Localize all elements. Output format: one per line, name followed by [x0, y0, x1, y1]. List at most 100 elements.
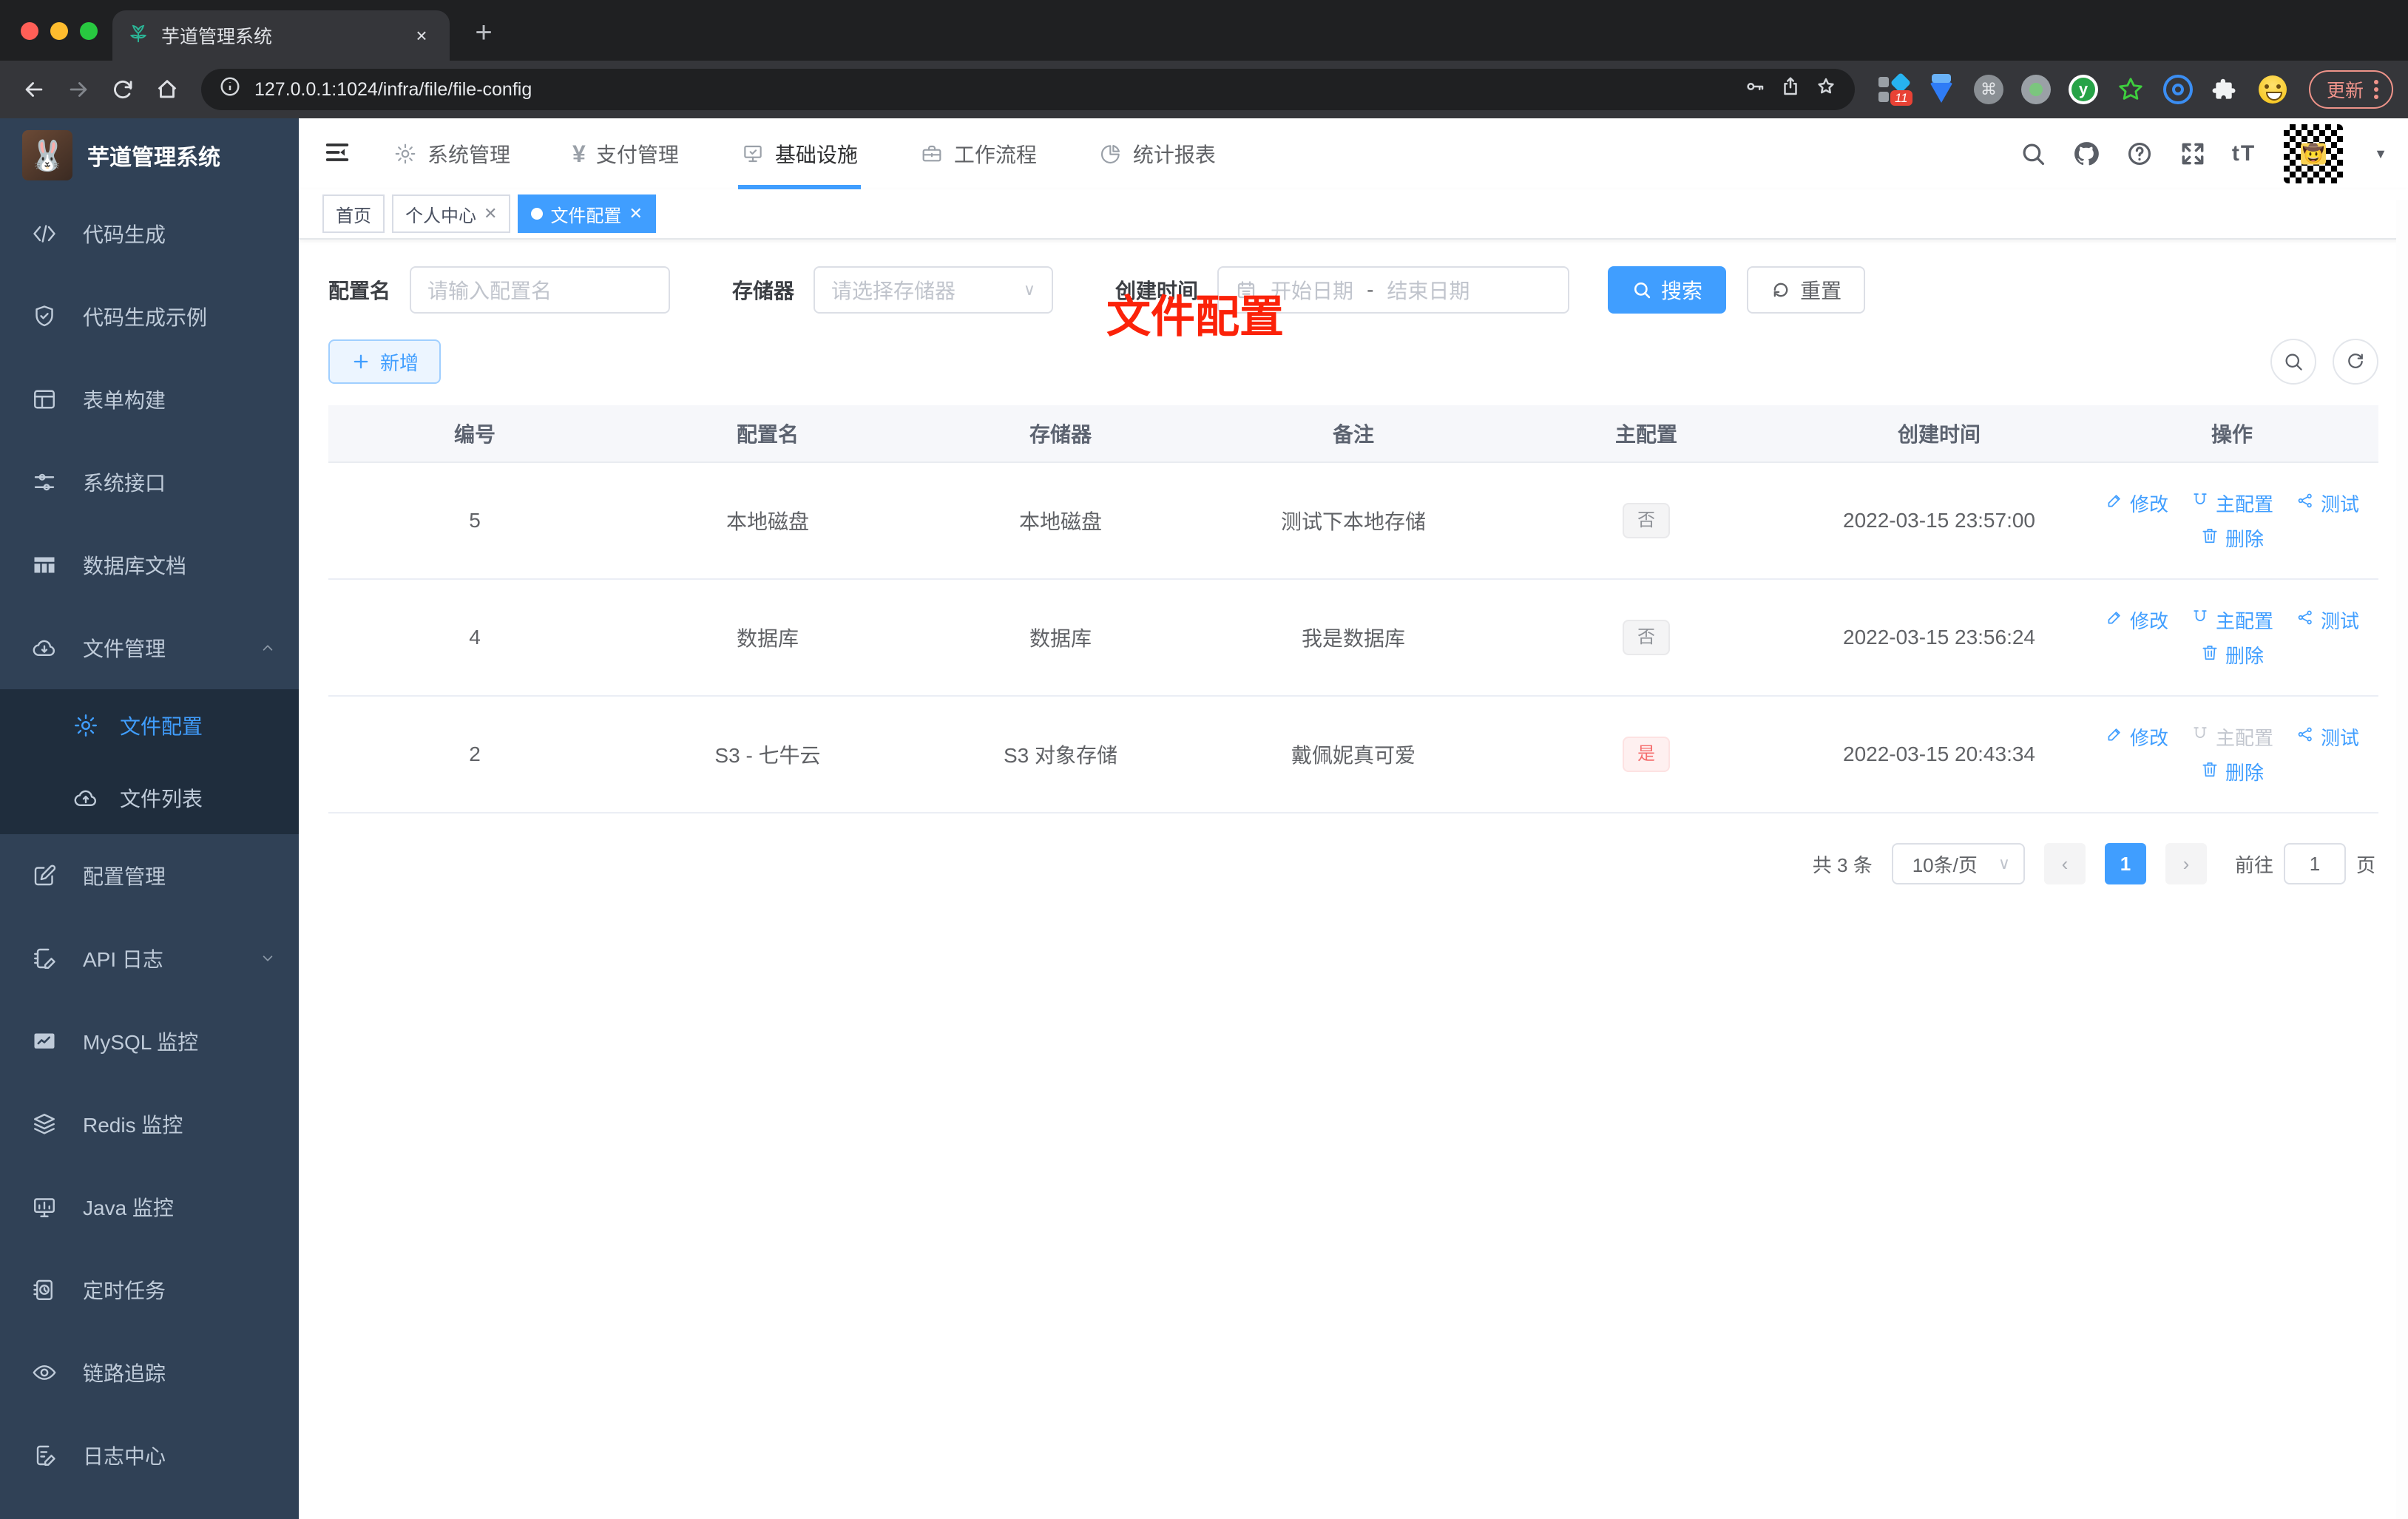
ext-y-icon[interactable]: y: [2068, 74, 2099, 105]
sidebar-item-label: Redis 监控: [83, 1114, 183, 1137]
nav-tab-支付管理[interactable]: ¥ 支付管理: [572, 118, 679, 189]
nav-tab-label: 工作流程: [953, 143, 1037, 166]
browser-update-button[interactable]: 更新: [2308, 70, 2393, 109]
action-删除[interactable]: 删除: [2200, 641, 2264, 669]
ext-gem-icon[interactable]: [1926, 74, 1957, 105]
nav-tab-基础设施[interactable]: 基础设施: [737, 118, 861, 189]
action-测试[interactable]: 测试: [2296, 490, 2359, 517]
extensions-puzzle-icon[interactable]: [2210, 74, 2241, 105]
sidebar-item-定时任务[interactable]: 定时任务: [0, 1248, 299, 1331]
zoom-window-button[interactable]: [80, 22, 98, 40]
url-text[interactable]: 127.0.0.1:1024/infra/file/file-config: [254, 79, 1731, 101]
reload-icon[interactable]: [104, 70, 142, 109]
avatar[interactable]: [2281, 121, 2347, 186]
app-logo[interactable]: 🐰 芋道管理系统: [0, 118, 299, 192]
app-title: 芋道管理系统: [87, 146, 220, 170]
column-header-操作: 操作: [2211, 423, 2253, 446]
action-删除[interactable]: 删除: [2200, 524, 2264, 552]
sidebar-item-文件管理[interactable]: 文件管理: [0, 606, 299, 689]
sidebar-item-MySQL 监控[interactable]: MySQL 监控: [0, 1000, 299, 1083]
sidebar-item-label: API 日志: [83, 948, 163, 971]
forward-icon[interactable]: [59, 70, 98, 109]
key-icon[interactable]: [1744, 75, 1766, 104]
chevron-down-icon: ∨: [1023, 280, 1036, 299]
refresh-button[interactable]: [2333, 339, 2378, 385]
config-name-input[interactable]: 请输入配置名: [410, 266, 671, 314]
page-number-button[interactable]: 1: [2104, 843, 2146, 884]
search-button[interactable]: 搜索: [1608, 266, 1727, 314]
collapse-sidebar-icon[interactable]: [322, 138, 355, 170]
bookmark-star-icon[interactable]: [1815, 75, 1837, 104]
ext-diamond-icon[interactable]: 11: [1878, 72, 1912, 106]
column-header-编号: 编号: [453, 423, 496, 446]
edit-square-icon: [30, 862, 59, 889]
address-bar[interactable]: 127.0.0.1:1024/infra/file/file-config: [201, 69, 1855, 110]
sidebar-item-代码生成示例[interactable]: 代码生成示例: [0, 275, 299, 358]
action-主配置[interactable]: 主配置: [2191, 723, 2273, 751]
close-window-button[interactable]: [21, 22, 38, 40]
storage-select[interactable]: 请选择存储器 ∨: [814, 266, 1054, 314]
sidebar-item-文件配置[interactable]: 文件配置: [0, 689, 299, 762]
sidebar-item-配置管理[interactable]: 配置管理: [0, 834, 299, 917]
add-button[interactable]: 新增: [328, 339, 442, 384]
sidebar-item-Java 监控[interactable]: Java 监控: [0, 1166, 299, 1248]
page-scrollbar[interactable]: [2396, 200, 2408, 1519]
view-tag-个人中心[interactable]: 个人中心 ✕: [392, 194, 511, 233]
action-测试[interactable]: 测试: [2296, 723, 2359, 751]
ext-target-icon[interactable]: [2162, 74, 2194, 105]
back-icon[interactable]: [15, 70, 53, 109]
help-icon[interactable]: [2125, 140, 2154, 168]
font-size-icon[interactable]: tT: [2232, 141, 2256, 166]
browser-toolbar: 127.0.0.1:1024/infra/file/file-config 11…: [0, 61, 2408, 118]
reset-button[interactable]: 重置: [1747, 266, 1866, 314]
action-测试[interactable]: 测试: [2296, 606, 2359, 634]
sidebar-item-代码生成[interactable]: 代码生成: [0, 192, 299, 275]
ext-command-icon[interactable]: ⌘: [1973, 74, 2004, 105]
sidebar-item-链路追踪[interactable]: 链路追踪: [0, 1331, 299, 1414]
sidebar-item-日志中心[interactable]: 日志中心: [0, 1414, 299, 1497]
share-icon[interactable]: [1779, 75, 1802, 104]
page-size-select[interactable]: 10条/页 ∨: [1891, 843, 2025, 884]
header-actions: tT ▼: [2019, 121, 2387, 186]
sidebar-item-Redis 监控[interactable]: Redis 监控: [0, 1083, 299, 1166]
column-header-备注: 备注: [1332, 423, 1374, 446]
hide-search-button[interactable]: [2270, 339, 2316, 385]
close-tag-icon[interactable]: ✕: [629, 204, 642, 223]
sidebar-item-label: 文件配置: [120, 715, 203, 738]
sidebar-item-文件列表[interactable]: 文件列表: [0, 762, 299, 834]
ext-record-icon[interactable]: [2020, 74, 2052, 105]
action-修改[interactable]: 修改: [2105, 606, 2168, 634]
sidebar-item-API 日志[interactable]: API 日志: [0, 917, 299, 1000]
nav-tab-系统管理[interactable]: 系统管理: [393, 118, 510, 189]
view-tag-首页[interactable]: 首页: [322, 194, 385, 233]
ext-emoji-icon[interactable]: [2257, 74, 2288, 105]
action-主配置[interactable]: 主配置: [2191, 490, 2273, 517]
browser-menu-icon[interactable]: [2374, 80, 2378, 99]
prev-page-button[interactable]: ‹: [2043, 843, 2086, 884]
browser-tab[interactable]: 芋道管理系统 ×: [112, 10, 450, 61]
home-icon[interactable]: [148, 70, 186, 109]
nav-tab-工作流程[interactable]: 工作流程: [920, 118, 1037, 189]
site-info-icon[interactable]: [219, 75, 241, 104]
fullscreen-icon[interactable]: [2179, 140, 2207, 168]
minimize-window-button[interactable]: [50, 22, 68, 40]
action-修改[interactable]: 修改: [2105, 723, 2168, 751]
sidebar-item-系统接口[interactable]: 系统接口: [0, 441, 299, 524]
action-修改[interactable]: 修改: [2105, 490, 2168, 517]
new-tab-button[interactable]: +: [464, 13, 503, 52]
sidebar-item-表单构建[interactable]: 表单构建: [0, 358, 299, 441]
close-tag-icon[interactable]: ✕: [484, 204, 497, 223]
action-删除[interactable]: 删除: [2200, 758, 2264, 785]
goto-page-input[interactable]: [2283, 843, 2346, 884]
next-page-button[interactable]: ›: [2165, 843, 2207, 884]
ext-star-icon[interactable]: [2115, 74, 2146, 105]
view-tag-文件配置[interactable]: 文件配置 ✕: [518, 194, 656, 233]
tab-close-icon[interactable]: ×: [408, 22, 435, 49]
search-icon[interactable]: [2019, 140, 2047, 168]
nav-tab-统计报表[interactable]: 统计报表: [1099, 118, 1216, 189]
action-主配置[interactable]: 主配置: [2191, 606, 2273, 634]
github-icon[interactable]: [2072, 140, 2100, 168]
avatar-caret-down-icon[interactable]: ▼: [2374, 146, 2387, 162]
sidebar-item-数据库文档[interactable]: 数据库文档: [0, 524, 299, 606]
trash-icon: [2200, 643, 2219, 667]
